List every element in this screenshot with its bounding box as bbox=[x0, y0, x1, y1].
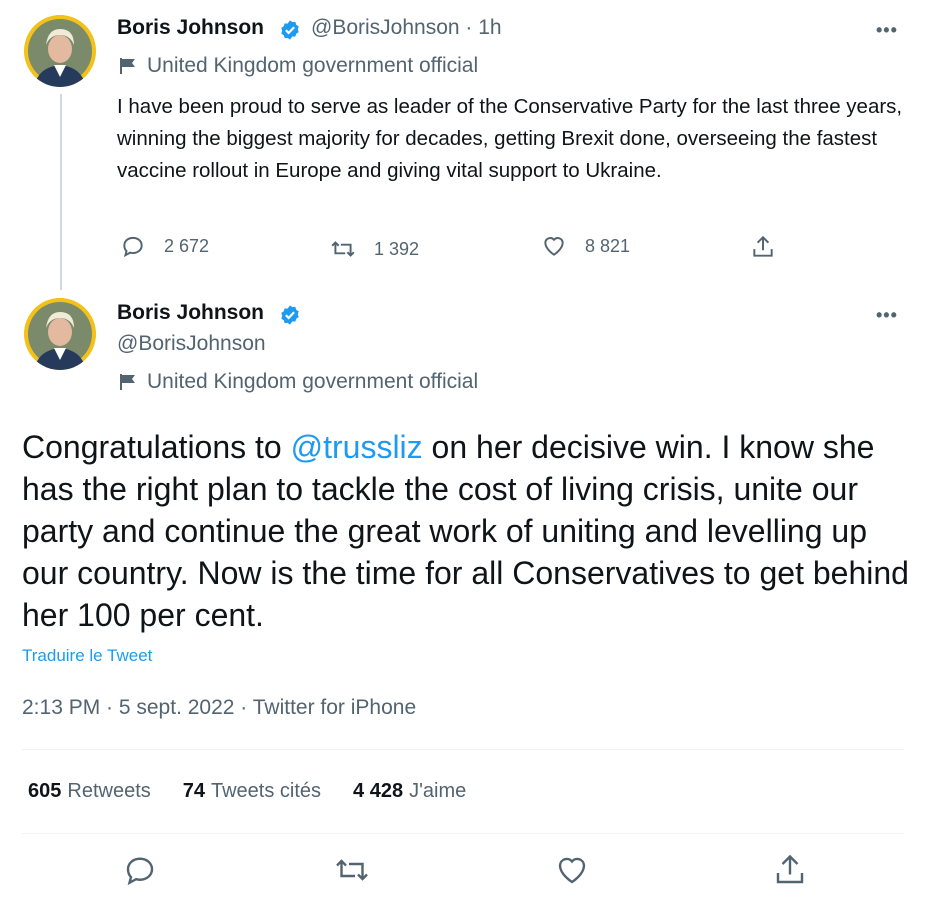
retweet-icon bbox=[336, 859, 368, 881]
reply-button[interactable]: 2 672 bbox=[120, 233, 209, 259]
divider bbox=[22, 749, 904, 750]
more-options-button[interactable]: ••• bbox=[876, 305, 898, 326]
government-label: United Kingdom government official bbox=[119, 370, 478, 394]
author-name[interactable]: Boris Johnson bbox=[117, 301, 264, 325]
flag-icon bbox=[120, 58, 135, 74]
author-handle[interactable]: @BorisJohnson bbox=[117, 332, 266, 356]
flag-icon bbox=[120, 374, 135, 390]
likes-label: J'aime bbox=[409, 780, 467, 802]
share-icon bbox=[753, 235, 773, 257]
retweets-label: Retweets bbox=[67, 780, 151, 802]
likes-count: 4 428 bbox=[353, 780, 404, 802]
tweet-text: I have been proud to serve as leader of … bbox=[117, 95, 903, 182]
tweet-timestamp-source[interactable]: 2:13 PM · 5 sept. 2022 · Twitter for iPh… bbox=[22, 696, 416, 720]
avatar[interactable] bbox=[24, 298, 96, 370]
retweet-button[interactable]: 1 392 bbox=[330, 236, 419, 262]
retweets-count: 605 bbox=[28, 780, 62, 802]
more-options-button[interactable]: ••• bbox=[876, 20, 898, 41]
quote-tweets-stat[interactable]: 74 Tweets cités bbox=[183, 780, 321, 803]
government-label: United Kingdom government official bbox=[119, 54, 478, 78]
likes-stat[interactable]: 4 428 J'aime bbox=[353, 780, 466, 803]
verified-badge-icon bbox=[281, 20, 299, 40]
engagement-stats: 605 Retweets 74 Tweets cités 4 428 J'aime bbox=[28, 780, 498, 803]
share-button[interactable] bbox=[750, 234, 794, 260]
avatar-image bbox=[24, 15, 96, 87]
share-button[interactable] bbox=[772, 852, 808, 888]
reply-icon bbox=[126, 857, 154, 886]
quote-tweets-label: Tweets cités bbox=[211, 780, 322, 802]
reply-count: 2 672 bbox=[164, 235, 210, 256]
tweet-text-start: Congratulations to bbox=[22, 429, 291, 465]
retweet-button[interactable] bbox=[334, 852, 370, 888]
retweets-stat[interactable]: 605 Retweets bbox=[28, 780, 151, 803]
retweet-icon bbox=[331, 241, 355, 257]
handle-text: @BorisJohnson bbox=[311, 16, 460, 39]
reply-button[interactable] bbox=[122, 852, 158, 888]
like-count: 8 821 bbox=[585, 235, 631, 256]
avatar-image bbox=[24, 298, 96, 370]
mention-link[interactable]: @trussliz bbox=[291, 429, 423, 465]
share-icon bbox=[776, 854, 804, 884]
translate-tweet-link[interactable]: Traduire le Tweet bbox=[22, 646, 152, 666]
like-button[interactable]: 8 821 bbox=[541, 233, 630, 259]
main-tweet-text: Congratulations to @trussliz on her deci… bbox=[22, 426, 912, 636]
heart-icon bbox=[558, 857, 586, 884]
verified-badge-icon bbox=[281, 305, 299, 325]
heart-icon bbox=[544, 237, 564, 256]
like-button[interactable] bbox=[554, 852, 590, 888]
government-label-text: United Kingdom government official bbox=[147, 54, 479, 77]
reply-icon bbox=[123, 236, 143, 258]
quote-tweets-count: 74 bbox=[182, 780, 205, 802]
tweet-time[interactable]: · 1h bbox=[465, 16, 501, 39]
author-handle[interactable]: @BorisJohnson · 1h bbox=[311, 16, 502, 40]
thread-connector-line bbox=[60, 94, 62, 290]
avatar[interactable] bbox=[24, 15, 96, 87]
divider bbox=[22, 833, 904, 834]
government-label-text: United Kingdom government official bbox=[147, 370, 479, 393]
retweet-count: 1 392 bbox=[374, 238, 420, 259]
author-name[interactable]: Boris Johnson bbox=[117, 16, 264, 40]
